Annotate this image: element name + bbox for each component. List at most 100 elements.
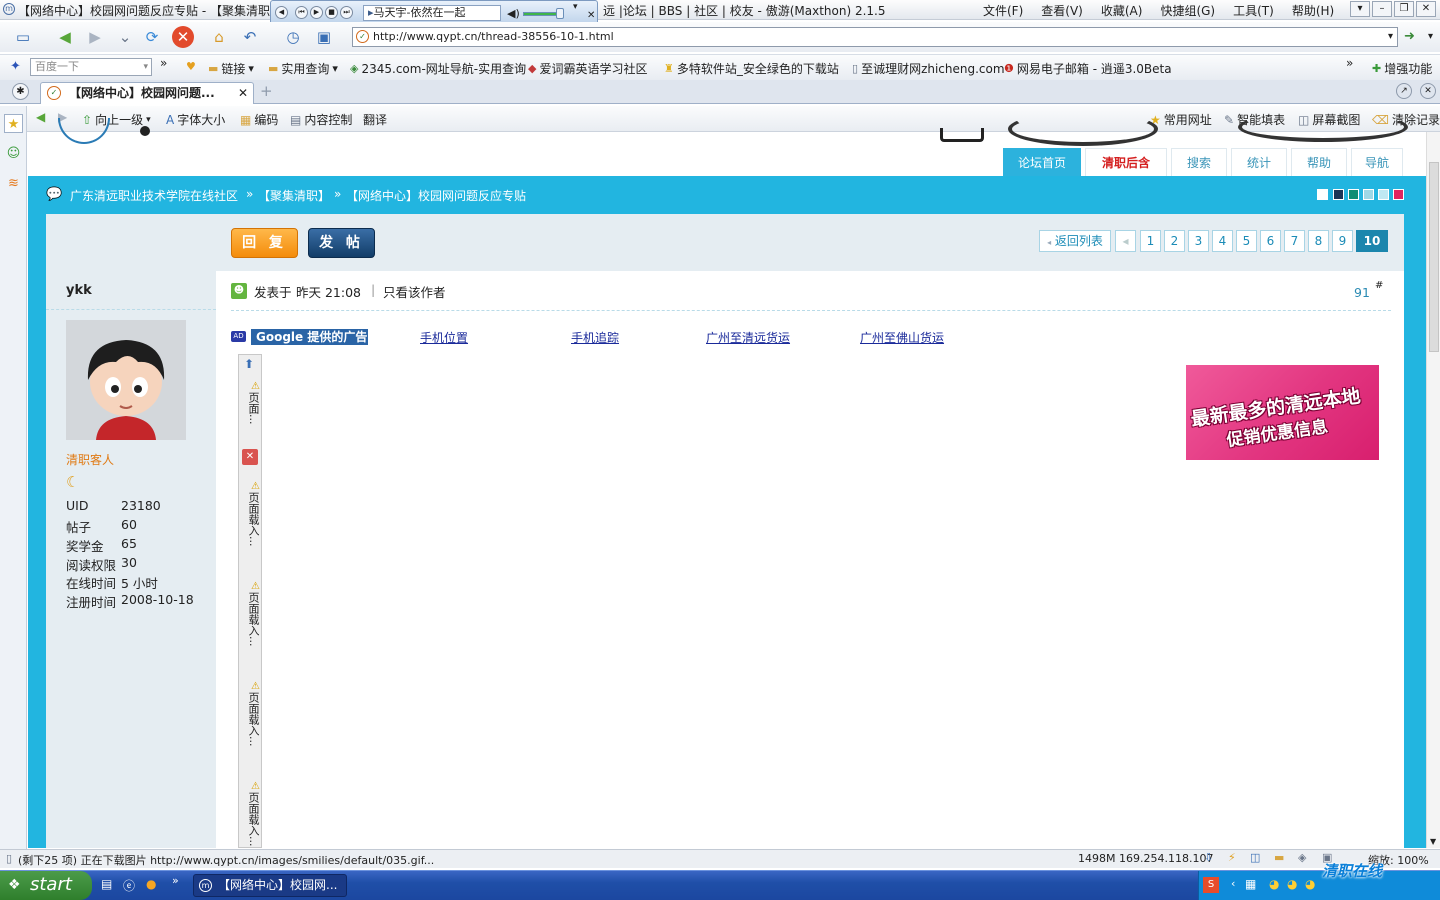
ad-link-gz-qingyuan[interactable]: 广州至清远货运	[706, 329, 790, 346]
bookmark-links[interactable]: ▬ 链接 ▾	[208, 60, 254, 77]
close-strip-icon[interactable]: ✕	[242, 449, 258, 465]
start-button[interactable]: ❖ start	[0, 871, 92, 900]
page-link-7[interactable]: 7	[1284, 230, 1305, 252]
go-icon[interactable]: ➜	[1404, 29, 1415, 44]
quicklaunch-more-icon[interactable]: »	[172, 874, 179, 887]
user-name[interactable]: ykk	[66, 283, 92, 298]
new-page-icon[interactable]: ▭	[12, 26, 34, 48]
bookmark-iciba[interactable]: ◆ 爱词霸英语学习社区	[528, 60, 647, 77]
tray-expand-icon[interactable]: ‹	[1231, 877, 1235, 890]
refresh-icon[interactable]: ⟳	[141, 26, 163, 48]
home-icon[interactable]: ⌂	[208, 26, 230, 48]
qq-icon-1[interactable]: ◕	[1269, 877, 1279, 891]
favorites-star-icon[interactable]: ★	[4, 114, 23, 133]
page-link-2[interactable]: 2	[1164, 230, 1185, 252]
common-sites-button[interactable]: ★ 常用网址	[1150, 111, 1212, 128]
back-icon[interactable]: ◀	[54, 26, 76, 48]
search-input[interactable]: 百度一下 ▾	[30, 58, 152, 76]
tab-current[interactable]: ✓ 【网络中心】校园网问题... ✕	[40, 82, 254, 104]
tab-close-icon[interactable]: ✕	[238, 83, 248, 103]
style-swatch-2[interactable]	[1333, 189, 1344, 200]
nav-tab-qingzhi[interactable]: 清职后含	[1085, 148, 1167, 176]
player-close-icon[interactable]: ✕	[587, 10, 595, 21]
style-swatch-6[interactable]	[1393, 189, 1404, 200]
layers-icon[interactable]: ◈	[1298, 851, 1306, 864]
ad-link-gz-foshan[interactable]: 广州至佛山货运	[860, 329, 944, 346]
new-tab-icon[interactable]: +	[260, 82, 273, 100]
minimize-button[interactable]: –	[1372, 1, 1392, 17]
tab-menu-icon[interactable]: ✱	[12, 83, 29, 100]
menu-file[interactable]: 文件(F)	[983, 2, 1023, 19]
qq-icon-2[interactable]: ◕	[1287, 877, 1297, 891]
content-control-button[interactable]: ▤ 内容控制	[290, 111, 352, 128]
ad-link-phone-tracking[interactable]: 手机追踪	[571, 329, 619, 346]
floor-number[interactable]: 91	[1354, 285, 1370, 300]
breadcrumb-site[interactable]: 广东清远职业技术学院在线社区	[70, 187, 238, 204]
style-swatch-3[interactable]	[1348, 189, 1359, 200]
page-link-1[interactable]: 1	[1140, 230, 1161, 252]
scroll-down-icon[interactable]: ▼	[1430, 837, 1436, 846]
menu-favorites[interactable]: 收藏(A)	[1101, 2, 1143, 19]
page-link-6[interactable]: 6	[1260, 230, 1281, 252]
breadcrumb-thread[interactable]: 【网络中心】校园网问题反应专贴	[346, 187, 526, 204]
nav-tab-stats[interactable]: 统计	[1231, 148, 1287, 176]
menu-help[interactable]: 帮助(H)	[1292, 2, 1334, 19]
player-pin-icon[interactable]: ▾	[573, 2, 578, 12]
scroll-up-icon[interactable]: ⬆	[244, 357, 254, 371]
tab-tool-icon[interactable]: ↗	[1396, 83, 1412, 99]
forward-icon[interactable]: ▶	[84, 26, 106, 48]
menu-groups[interactable]: 快捷组(G)	[1160, 2, 1215, 19]
search-engine-dropdown-icon[interactable]: ▾	[143, 59, 148, 75]
search-expand-icon[interactable]: »	[160, 56, 167, 70]
encoding-button[interactable]: ▦ 编码	[240, 111, 278, 128]
flash-icon[interactable]: ⚡	[1228, 851, 1236, 864]
page-link-3[interactable]: 3	[1188, 230, 1209, 252]
contacts-icon[interactable]: ☺	[4, 144, 23, 163]
enhance-button[interactable]: ✚ 增强功能	[1372, 60, 1432, 77]
bookmark-duote[interactable]: ♜ 多特软件站_安全绿色的下载站	[664, 60, 839, 77]
tab-close-all-icon[interactable]: ✕	[1420, 83, 1436, 99]
player-prev-icon[interactable]: ⏮	[295, 6, 308, 19]
taskbar-item-browser[interactable]: m 【网络中心】校园网...	[193, 874, 347, 897]
nav-tab-navigation[interactable]: 导航	[1351, 148, 1403, 176]
page-link-8[interactable]: 8	[1308, 230, 1329, 252]
breadcrumb-section[interactable]: 【聚集清职】	[258, 187, 330, 204]
style-swatch-4[interactable]	[1363, 189, 1374, 200]
go-dropdown-icon[interactable]: ▾	[1428, 31, 1433, 42]
volume-slider-handle[interactable]	[556, 8, 564, 19]
firefox-quicklaunch-icon[interactable]: ●	[146, 877, 156, 891]
ie-quicklaunch-icon[interactable]: ⓔ	[123, 877, 135, 894]
google-ad-label[interactable]: Google 提供的广告	[251, 329, 368, 345]
bookmark-163mail[interactable]: ❶ 网易电子邮箱 - 逍遥3.0Beta	[1004, 60, 1172, 77]
player-stop-icon[interactable]: ■	[325, 6, 338, 19]
author-only-link[interactable]: 只看该作者	[383, 282, 446, 301]
player-collapse-icon[interactable]: ◀	[275, 6, 288, 19]
style-swatch-5[interactable]	[1378, 189, 1389, 200]
new-post-button[interactable]: 发 帖	[308, 228, 375, 258]
scrollbar-thumb[interactable]	[1429, 162, 1439, 352]
page-link-5[interactable]: 5	[1236, 230, 1257, 252]
bookmark-2345[interactable]: ◈ 2345.com-网址导航-实用查询	[350, 60, 526, 77]
address-dropdown-icon[interactable]: ▾	[1388, 28, 1393, 46]
menu-chevron-icon[interactable]: ▾	[1350, 1, 1370, 17]
page-scrollbar[interactable]: ▼	[1426, 132, 1440, 848]
clock-icon[interactable]: ◷	[282, 26, 304, 48]
translate-button[interactable]: 翻译	[363, 111, 387, 128]
history-dropdown-icon[interactable]: ⌄	[114, 26, 136, 48]
promo-banner[interactable]: 最新最多的清远本地 促销优惠信息	[1186, 365, 1379, 460]
stop-icon[interactable]: ✕	[172, 26, 194, 48]
qq-icon-3[interactable]: ◕	[1305, 877, 1315, 891]
player-next-icon[interactable]: ⏭	[340, 6, 353, 19]
page-link-4[interactable]: 4	[1212, 230, 1233, 252]
prev-page-icon[interactable]: ◂	[1115, 230, 1136, 252]
page-back-icon[interactable]: ◀	[36, 110, 45, 124]
nav-tab-home[interactable]: 论坛首页	[1003, 148, 1081, 176]
back-to-list-button[interactable]: ◂ 返回列表	[1039, 230, 1111, 252]
player-play-icon[interactable]: ▶	[310, 6, 323, 19]
sogou-ime-icon[interactable]: S	[1203, 877, 1219, 893]
download-icon[interactable]: ⇩	[1204, 851, 1213, 864]
reply-button[interactable]: 回 复	[231, 228, 298, 258]
avatar[interactable]	[66, 320, 186, 440]
window-icon[interactable]: ◫	[1250, 851, 1260, 864]
folder-status-icon[interactable]: ▬	[1274, 851, 1284, 864]
